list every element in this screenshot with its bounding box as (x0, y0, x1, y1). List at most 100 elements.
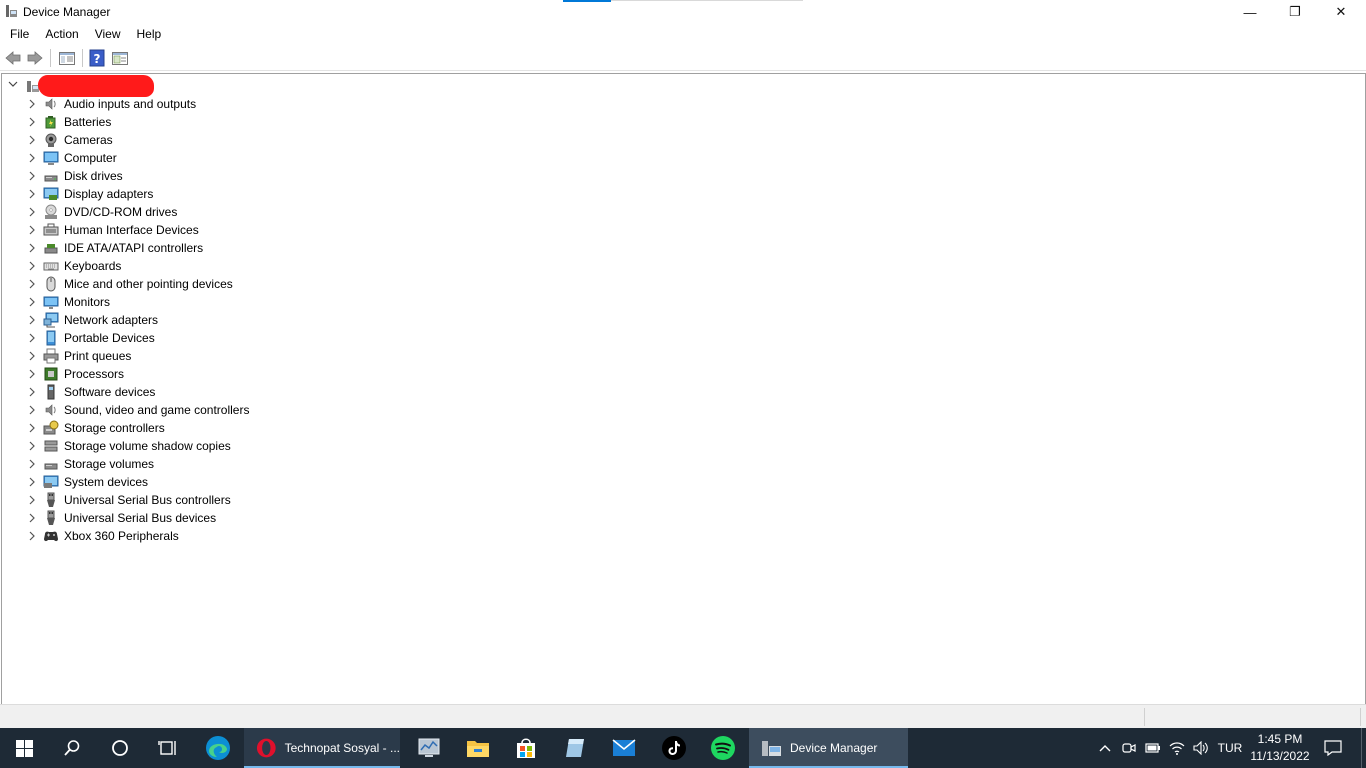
tree-item[interactable]: Software devices (2, 383, 402, 401)
tree-item[interactable]: Storage controllers (2, 419, 402, 437)
opera-taskbar-app[interactable]: Technopat Sosyal - ... (244, 728, 400, 768)
chevron-right-icon[interactable] (27, 223, 37, 237)
tree-item[interactable]: Audio inputs and outputs (2, 95, 402, 113)
search-icon (64, 740, 80, 756)
chevron-right-icon[interactable] (27, 439, 37, 453)
chevron-right-icon[interactable] (27, 457, 37, 471)
start-button[interactable] (0, 728, 48, 768)
system-device-icon (43, 475, 59, 488)
system-monitor-app[interactable] (405, 728, 453, 768)
tree-item[interactable]: Universal Serial Bus devices (2, 509, 402, 527)
tree-item[interactable]: Storage volumes (2, 455, 402, 473)
chevron-right-icon[interactable] (27, 385, 37, 399)
tree-root[interactable] (2, 75, 402, 97)
tree-item[interactable]: Sound, video and game controllers (2, 401, 402, 419)
tree-item[interactable]: Cameras (2, 131, 402, 149)
input-language-button[interactable]: TUR (1216, 728, 1244, 768)
store-app[interactable] (502, 728, 550, 768)
tree-item[interactable]: DVD/CD-ROM drives (2, 203, 402, 221)
tree-item[interactable]: IDE ATA/ATAPI controllers (2, 239, 402, 257)
chevron-right-icon[interactable] (27, 349, 37, 363)
show-hidden-icons-button[interactable] (1094, 728, 1116, 768)
mail-app[interactable] (600, 728, 648, 768)
tree-item[interactable]: Computer (2, 149, 402, 167)
cortana-button[interactable] (96, 728, 144, 768)
tree-item[interactable]: Xbox 360 Peripherals (2, 527, 402, 545)
help-icon[interactable]: ? (88, 49, 106, 67)
chevron-right-icon[interactable] (27, 169, 37, 183)
close-button[interactable]: ✕ (1318, 0, 1364, 24)
show-hide-console-tree-icon[interactable] (58, 49, 76, 67)
notepad-app[interactable] (551, 728, 599, 768)
tree-item[interactable]: Disk drives (2, 167, 402, 185)
chevron-right-icon[interactable] (27, 205, 37, 219)
chevron-right-icon[interactable] (27, 187, 37, 201)
status-bar (0, 704, 1366, 729)
menu-help[interactable]: Help (129, 24, 170, 44)
tree-item[interactable]: Mice and other pointing devices (2, 275, 402, 293)
maximize-button[interactable]: ❐ (1272, 0, 1318, 24)
file-explorer-app[interactable] (454, 728, 502, 768)
chevron-right-icon[interactable] (27, 277, 37, 291)
spotify-app[interactable] (699, 728, 747, 768)
chevron-right-icon[interactable] (27, 403, 37, 417)
tree-item[interactable]: Display adapters (2, 185, 402, 203)
tree-item[interactable]: Storage volume shadow copies (2, 437, 402, 455)
chevron-right-icon[interactable] (27, 367, 37, 381)
status-divider (1144, 708, 1145, 726)
tree-item[interactable]: Print queues (2, 347, 402, 365)
chevron-right-icon[interactable] (27, 115, 37, 129)
tree-item[interactable]: Processors (2, 365, 402, 383)
chevron-right-icon[interactable] (27, 259, 37, 273)
tree-item[interactable]: Keyboards (2, 257, 402, 275)
edge-button[interactable] (194, 728, 242, 768)
file-explorer-icon (467, 741, 489, 757)
chevron-right-icon[interactable] (27, 241, 37, 255)
action-center-button[interactable] (1320, 728, 1346, 768)
software-device-icon (47, 384, 55, 400)
tree-item[interactable]: System devices (2, 473, 402, 491)
clock[interactable]: 1:45 PM 11/13/2022 (1246, 731, 1314, 765)
toolbar-separator (50, 49, 51, 67)
menu-action[interactable]: Action (37, 24, 86, 44)
chevron-right-icon[interactable] (27, 331, 37, 345)
chevron-down-icon[interactable] (8, 79, 18, 89)
back-arrow-icon[interactable] (4, 49, 22, 67)
show-desktop-button[interactable] (1361, 728, 1366, 768)
properties-icon[interactable] (111, 49, 129, 67)
battery-tray-button[interactable] (1142, 728, 1164, 768)
task-view-button[interactable] (144, 728, 192, 768)
mouse-icon (46, 276, 56, 292)
tree-item[interactable]: Universal Serial Bus controllers (2, 491, 402, 509)
network-tray-button[interactable] (1166, 728, 1188, 768)
tiktok-app[interactable] (650, 728, 698, 768)
wifi-icon (1169, 742, 1185, 755)
tree-item[interactable]: Portable Devices (2, 329, 402, 347)
search-button[interactable] (48, 728, 96, 768)
chevron-right-icon[interactable] (27, 133, 37, 147)
chevron-right-icon[interactable] (27, 421, 37, 435)
chevron-right-icon[interactable] (27, 529, 37, 543)
tree-item[interactable]: Network adapters (2, 311, 402, 329)
tree-item[interactable]: Batteries (2, 113, 402, 131)
meet-now-button[interactable] (1118, 728, 1140, 768)
tree-item[interactable]: Monitors (2, 293, 402, 311)
forward-arrow-icon[interactable] (26, 49, 44, 67)
tree-item-label: Storage controllers (64, 421, 165, 435)
clock-time: 1:45 PM (1257, 732, 1303, 746)
minimize-button[interactable]: — (1227, 0, 1273, 24)
tree-item[interactable]: Human Interface Devices (2, 221, 402, 239)
chevron-right-icon[interactable] (27, 493, 37, 507)
chevron-right-icon[interactable] (27, 151, 37, 165)
menu-file[interactable]: File (0, 24, 37, 44)
device-manager-taskbar-app[interactable]: Device Manager (749, 728, 908, 768)
chevron-right-icon[interactable] (27, 475, 37, 489)
volume-tray-button[interactable] (1190, 728, 1212, 768)
chevron-right-icon[interactable] (27, 511, 37, 525)
tree-item-label: Storage volumes (64, 457, 155, 471)
chevron-right-icon[interactable] (27, 313, 37, 327)
chevron-right-icon[interactable] (27, 97, 37, 111)
menu-view[interactable]: View (87, 24, 129, 44)
tree-item-label: Human Interface Devices (64, 223, 199, 237)
chevron-right-icon[interactable] (27, 295, 37, 309)
